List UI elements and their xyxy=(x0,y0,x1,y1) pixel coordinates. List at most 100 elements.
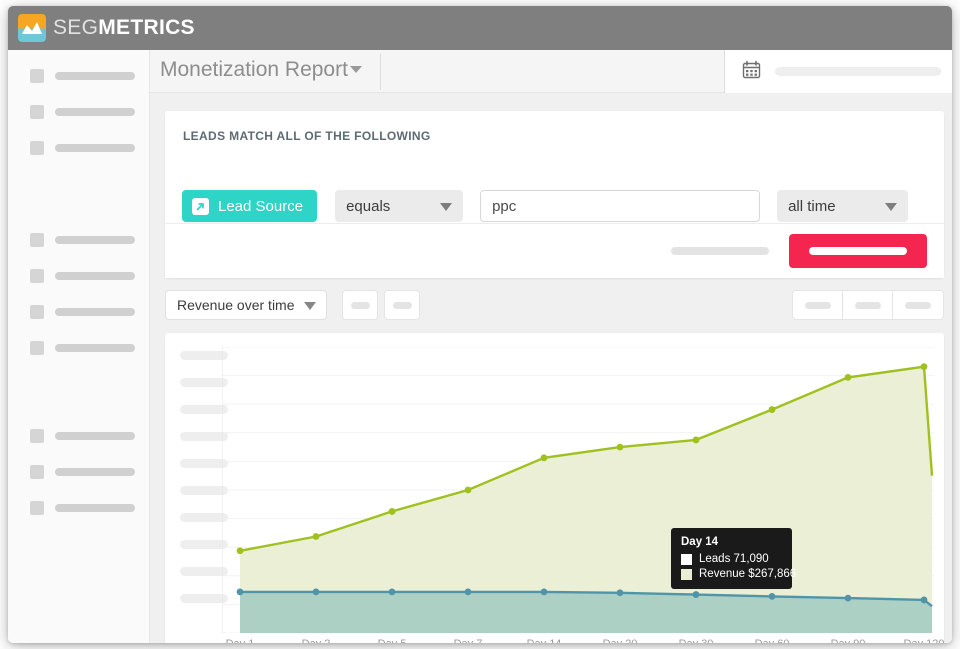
placeholder-square-icon xyxy=(30,141,44,155)
run-report-button[interactable] xyxy=(789,234,927,268)
caret-down-icon[interactable] xyxy=(350,66,362,73)
x-axis-label: Day 60 xyxy=(755,638,790,643)
sidebar-item-7[interactable] xyxy=(30,340,149,356)
y-axis-label xyxy=(180,594,228,603)
sidebar-item-label xyxy=(55,344,135,352)
metric-select-value: Revenue over time xyxy=(177,297,295,313)
placeholder-square-icon xyxy=(30,69,44,83)
sidebar xyxy=(8,50,150,643)
view-toggle-2-button[interactable] xyxy=(843,291,893,319)
lead-source-chip[interactable]: Lead Source xyxy=(182,190,317,222)
run-report-button-label xyxy=(809,247,907,255)
y-axis-label xyxy=(180,513,228,522)
sidebar-item-10[interactable] xyxy=(30,500,149,516)
y-axis-label xyxy=(180,486,228,495)
y-axis-label xyxy=(180,432,228,441)
x-axis-label: Day 20 xyxy=(603,638,638,643)
placeholder-square-icon xyxy=(30,465,44,479)
metric-select[interactable]: Revenue over time xyxy=(165,290,327,320)
operator-select-value: equals xyxy=(346,198,390,215)
filter-card-footer xyxy=(165,223,944,278)
sidebar-item-5[interactable] xyxy=(30,268,149,284)
sidebar-item-label xyxy=(55,108,135,116)
lead-source-chip-label: Lead Source xyxy=(218,198,303,215)
view-toggle-3-label xyxy=(905,302,931,309)
x-axis-label: Day 2 xyxy=(302,638,331,643)
placeholder-square-icon xyxy=(30,429,44,443)
revenue-over-time-chart[interactable] xyxy=(222,347,934,633)
segment-filter-card: LEADS MATCH ALL OF THE FOLLOWING Lead So… xyxy=(165,111,944,278)
sidebar-group-2 xyxy=(8,232,149,356)
chart-option-2-label xyxy=(393,302,412,309)
timeframe-select[interactable]: all time xyxy=(777,190,908,222)
sidebar-item-label xyxy=(55,272,135,280)
sidebar-item-label xyxy=(55,144,135,152)
secondary-action-placeholder[interactable] xyxy=(671,247,769,255)
top-bar: SEGMETRICS xyxy=(8,6,952,50)
sidebar-group-3 xyxy=(8,428,149,516)
sidebar-item-label xyxy=(55,468,135,476)
x-axis-label: Day 14 xyxy=(527,638,562,643)
chart-option-2-button[interactable] xyxy=(384,290,420,320)
chart-card: Day 1Day 2Day 5Day 7Day 14Day 20Day 30Da… xyxy=(165,333,944,643)
y-axis-label xyxy=(180,459,228,468)
y-axis-label xyxy=(180,567,228,576)
filter-row: Lead Source equals ppc all time xyxy=(182,190,908,222)
chart-option-1-button[interactable] xyxy=(342,290,378,320)
brand-name-bold: METRICS xyxy=(98,16,195,39)
tooltip-row-leads: Leads 71,090 xyxy=(681,553,782,565)
external-link-icon xyxy=(192,198,209,215)
view-toggle-1-button[interactable] xyxy=(793,291,843,319)
sidebar-item-label xyxy=(55,72,135,80)
y-axis-label xyxy=(180,405,228,414)
sidebar-item-label xyxy=(55,432,135,440)
placeholder-square-icon xyxy=(30,269,44,283)
x-axis-labels: Day 1Day 2Day 5Day 7Day 14Day 20Day 30Da… xyxy=(222,638,934,643)
view-toggle-group xyxy=(792,290,944,320)
tooltip-row-revenue: Revenue $267,866 xyxy=(681,568,782,580)
chart-option-1-label xyxy=(351,302,370,309)
sidebar-item-label xyxy=(55,308,135,316)
placeholder-square-icon xyxy=(30,305,44,319)
tooltip-title: Day 14 xyxy=(681,536,782,548)
tooltip-swatch-leads xyxy=(681,554,692,565)
timeframe-select-value: all time xyxy=(788,198,836,215)
sidebar-item-8[interactable] xyxy=(30,428,149,444)
sidebar-group-1 xyxy=(8,68,149,156)
filter-heading: LEADS MATCH ALL OF THE FOLLOWING xyxy=(183,129,431,143)
x-axis-label: Day 90 xyxy=(831,638,866,643)
caret-down-icon xyxy=(304,302,316,310)
date-range-picker[interactable] xyxy=(724,50,952,93)
page-title[interactable]: Monetization Report xyxy=(160,58,362,82)
sidebar-item-label xyxy=(55,504,135,512)
sidebar-item-2[interactable] xyxy=(30,104,149,120)
tooltip-label-leads: Leads 71,090 xyxy=(699,553,769,565)
x-axis-label: Day 30 xyxy=(679,638,714,643)
x-axis-label: Day 5 xyxy=(378,638,407,643)
x-axis-label: Day 7 xyxy=(454,638,483,643)
view-toggle-3-button[interactable] xyxy=(893,291,943,319)
calendar-icon xyxy=(742,60,761,84)
sidebar-item-3[interactable] xyxy=(30,140,149,156)
operator-select[interactable]: equals xyxy=(335,190,463,222)
filter-value-input[interactable]: ppc xyxy=(480,190,760,222)
sidebar-item-1[interactable] xyxy=(30,68,149,84)
placeholder-square-icon xyxy=(30,341,44,355)
view-toggle-1-label xyxy=(805,302,831,309)
filter-value-text: ppc xyxy=(492,198,516,215)
sidebar-item-4[interactable] xyxy=(30,232,149,248)
y-axis-label xyxy=(180,351,228,360)
sidebar-item-9[interactable] xyxy=(30,464,149,480)
page-header: Monetization Report xyxy=(150,50,952,93)
sidebar-item-6[interactable] xyxy=(30,304,149,320)
page-title-text: Monetization Report xyxy=(160,58,348,81)
y-axis-label xyxy=(180,540,228,549)
brand-logo[interactable]: SEGMETRICS xyxy=(18,14,195,42)
caret-down-icon xyxy=(885,203,897,211)
placeholder-square-icon xyxy=(30,233,44,247)
tooltip-swatch-revenue xyxy=(681,569,692,580)
placeholder-square-icon xyxy=(30,501,44,515)
sidebar-item-label xyxy=(55,236,135,244)
chart-tooltip: Day 14 Leads 71,090 Revenue $267,866 xyxy=(671,528,792,589)
main-content: Monetization Report xyxy=(150,50,952,643)
